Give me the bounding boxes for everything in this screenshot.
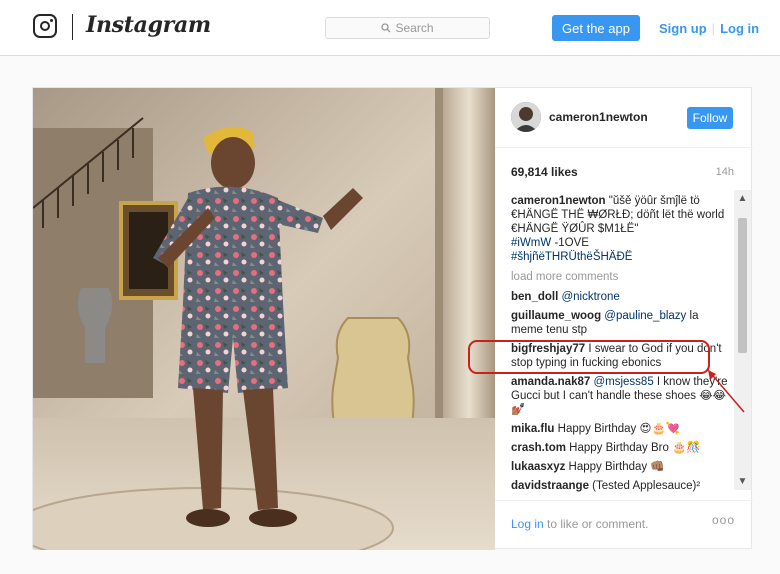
comment-text: (Tested Applesauce)² <box>588 480 701 492</box>
get-the-app-button[interactable]: Get the app <box>552 15 640 41</box>
comment-username[interactable]: bigfreshjay77 <box>511 343 585 355</box>
comment-username[interactable]: ben_doll <box>511 291 558 303</box>
login-to-like-link[interactable]: Log in <box>511 517 544 531</box>
caption-hashtag[interactable]: #šhjñëTHRÜthëŠHÄÐË <box>511 251 632 263</box>
comment-username[interactable]: crash.tom <box>511 442 566 454</box>
post-card: cameron1newton Follow 69,814 likes 14h c… <box>32 87 753 550</box>
comment-username[interactable]: amanda.nak87 <box>511 376 590 388</box>
comment-text: Happy Birthday 👊🏽 <box>565 461 665 473</box>
scroll-up-icon[interactable]: ▲ <box>734 190 751 207</box>
search-input[interactable]: Search <box>325 17 490 39</box>
logo-divider <box>72 14 73 40</box>
auth-links: Sign up | Log in <box>659 21 759 36</box>
annotation-arrow <box>707 369 745 413</box>
load-more-comments[interactable]: load more comments <box>511 270 733 284</box>
more-options-icon[interactable]: ooo <box>712 513 735 527</box>
comment-item: lukaasxyz Happy Birthday 👊🏽 <box>511 460 733 474</box>
instagram-glyph-icon[interactable] <box>33 14 57 38</box>
post-photo[interactable] <box>33 88 495 550</box>
post-image <box>33 88 495 550</box>
comment-item: davidstraange (Tested Applesauce)² <box>511 479 733 493</box>
instagram-wordmark[interactable]: Instagram <box>86 12 211 38</box>
comment-mention[interactable]: @msjess85 <box>593 376 653 388</box>
scroll-down-icon[interactable]: ▼ <box>734 473 751 490</box>
auth-separator: | <box>711 21 716 36</box>
post-header: cameron1newton Follow <box>495 88 753 148</box>
caption: cameron1newton "ŭšě ÿöûr šmĵlë tö €HÄNGË… <box>511 194 733 264</box>
comment-text: Happy Birthday Bro 🎂🎊 <box>565 442 701 454</box>
comment-mention[interactable]: @nicktrone <box>561 291 619 303</box>
top-bar: Instagram Search Get the app Sign up | Log… <box>0 0 780 56</box>
comment-item: crash.tom Happy Birthday Bro 🎂🎊 <box>511 441 733 455</box>
post-time[interactable]: 14h <box>716 166 734 178</box>
post-username[interactable]: cameron1newton <box>549 110 648 124</box>
likes-count[interactable]: 69,814 likes <box>511 165 578 179</box>
search-placeholder: Search <box>395 21 434 35</box>
caption-hashtag[interactable]: #iWmW <box>511 237 551 249</box>
comment-mention[interactable]: @pauline_blazy <box>604 310 686 322</box>
comments-scrollbar[interactable]: ▲ ▼ <box>734 190 751 490</box>
comment-username[interactable]: mika.flu <box>511 423 554 435</box>
log-in-link[interactable]: Log in <box>720 21 759 36</box>
comment-item: ben_doll @nicktrone <box>511 290 733 304</box>
login-prompt-text: to like or comment. <box>543 517 649 531</box>
follow-button[interactable]: Follow <box>687 107 733 129</box>
comment-username[interactable]: guillaume_woog <box>511 310 601 322</box>
sign-up-link[interactable]: Sign up <box>659 21 707 36</box>
login-prompt: Log in to like or comment. <box>511 517 648 531</box>
comment-text: Happy Birthday 😍🎂💘 <box>554 423 681 435</box>
avatar-image <box>511 102 541 132</box>
post-footer: Log in to like or comment. ooo <box>495 500 753 550</box>
comments-list[interactable]: cameron1newton "ŭšě ÿöûr šmĵlë tö €HÄNGË… <box>511 194 733 494</box>
comment-username[interactable]: davidstraange <box>511 480 589 492</box>
scrollbar-thumb[interactable] <box>738 218 747 353</box>
comment-item: guillaume_woog @pauline_blazy la meme te… <box>511 309 733 337</box>
comment-item: mika.flu Happy Birthday 😍🎂💘 <box>511 422 733 436</box>
comment-username[interactable]: lukaasxyz <box>511 461 565 473</box>
post-sidebar: cameron1newton Follow 69,814 likes 14h c… <box>495 88 753 550</box>
avatar[interactable] <box>511 102 541 132</box>
caption-username[interactable]: cameron1newton <box>511 195 606 207</box>
search-icon <box>381 23 391 33</box>
caption-extra: -1OVE <box>551 237 589 249</box>
